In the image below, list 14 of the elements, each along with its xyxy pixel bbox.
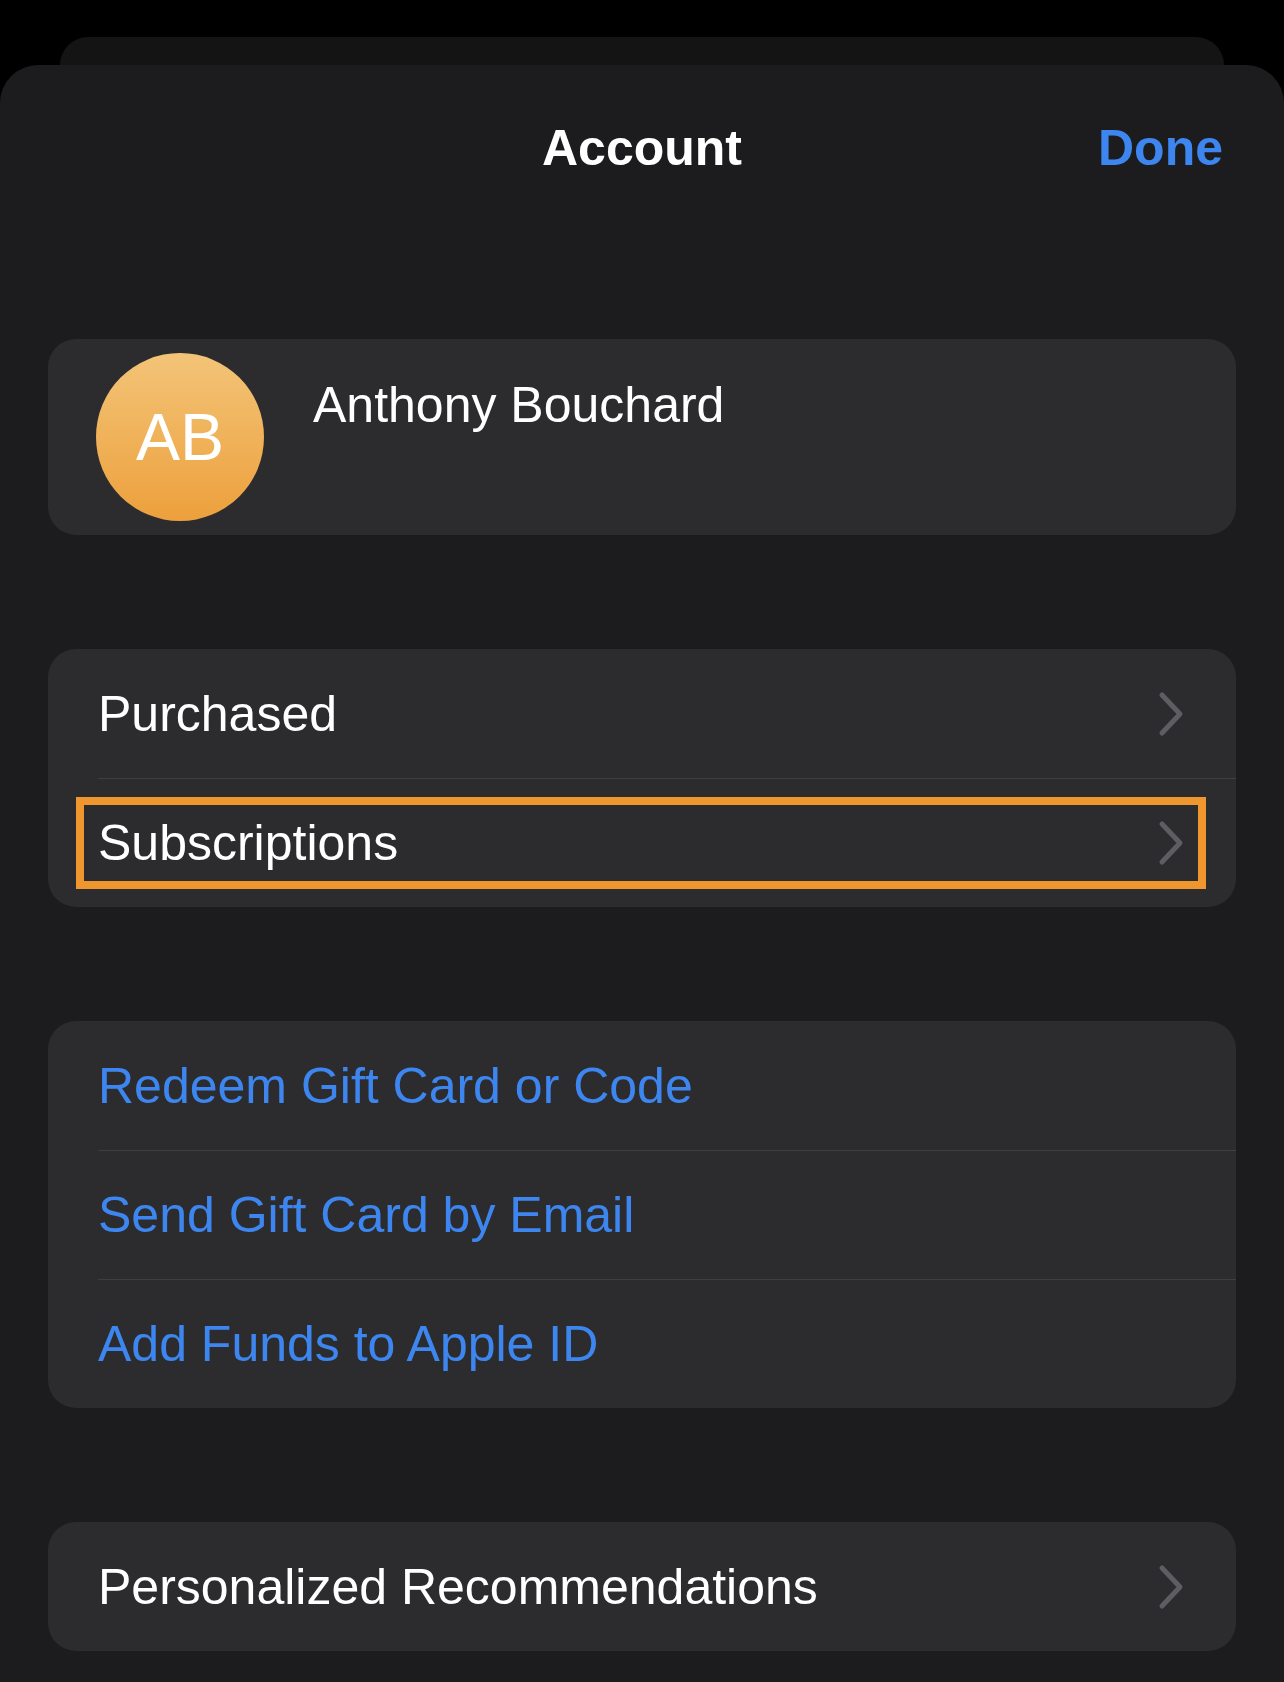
chevron-right-icon [1158, 690, 1184, 737]
menu-row[interactable]: Redeem Gift Card or Code [48, 1021, 1236, 1150]
menu-row[interactable]: Add Funds to Apple ID [48, 1280, 1236, 1408]
menu-row[interactable]: Personalized Recommendations [48, 1522, 1236, 1651]
menu-row[interactable]: Subscriptions [48, 779, 1236, 907]
menu-row[interactable]: Purchased [48, 649, 1236, 778]
chevron-right-icon [1158, 820, 1184, 866]
profile-card[interactable]: AB Anthony Bouchard [48, 339, 1236, 535]
profile-name: Anthony Bouchard [313, 376, 725, 435]
profile-avatar: AB [96, 353, 264, 521]
menu-row[interactable]: Send Gift Card by Email [48, 1151, 1236, 1279]
chevron-right-icon [1158, 1563, 1184, 1610]
nav-title: Account [542, 119, 742, 178]
done-button[interactable]: Done [1098, 118, 1223, 178]
